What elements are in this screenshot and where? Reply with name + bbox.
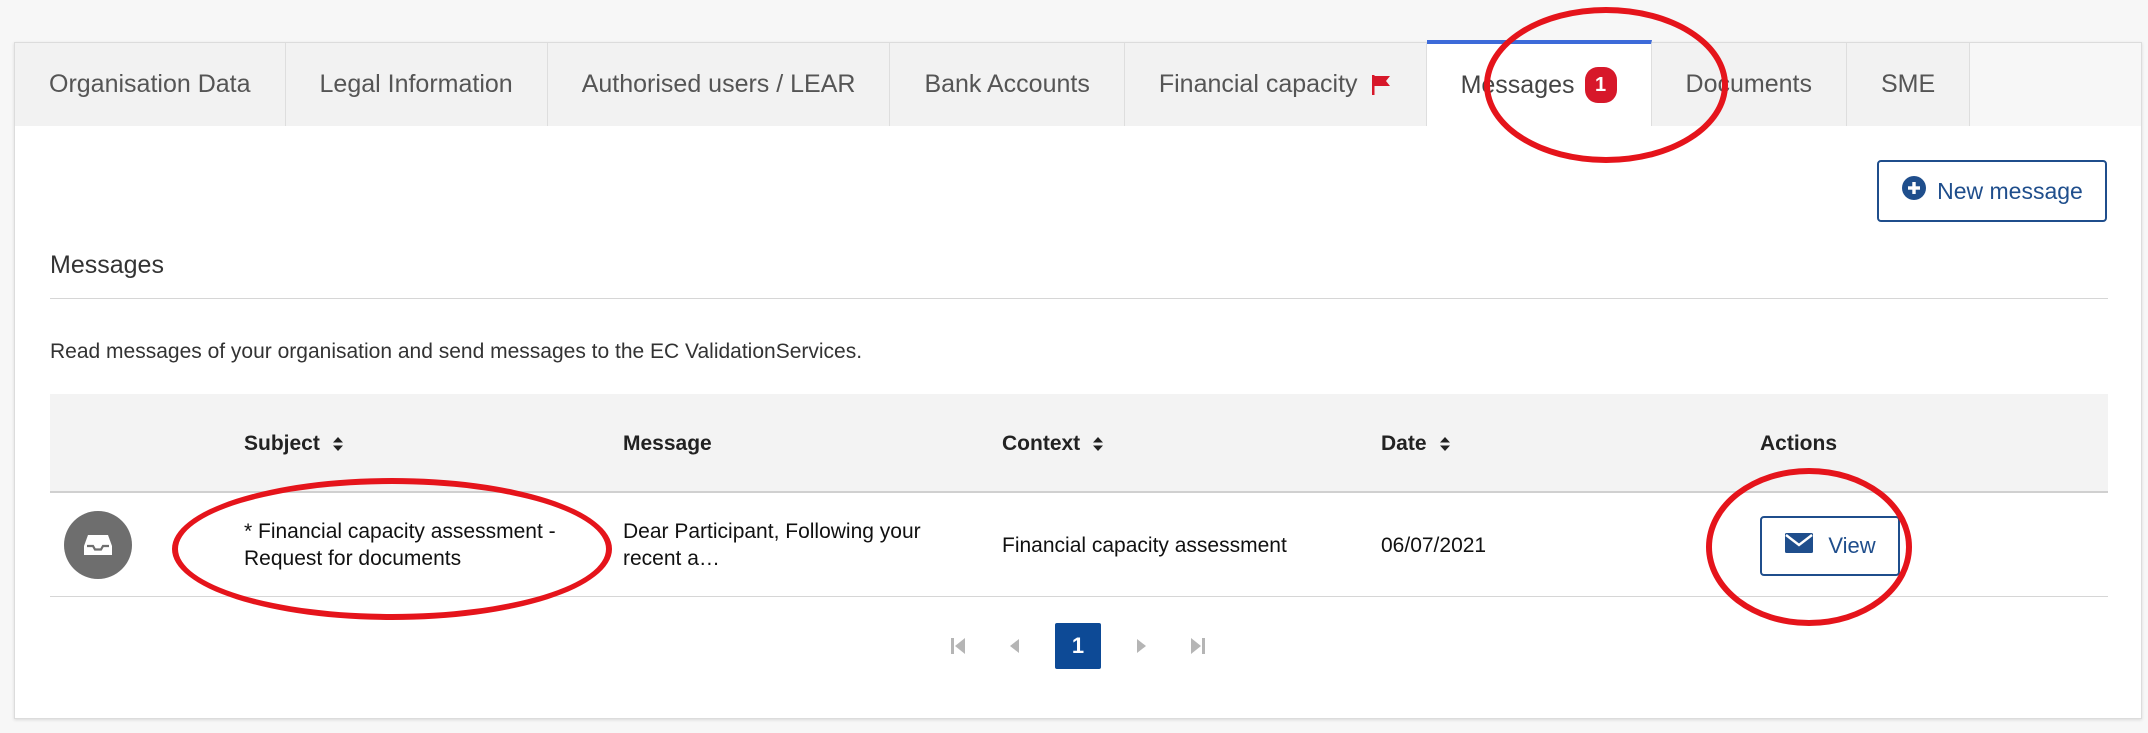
- section-divider: [50, 298, 2108, 299]
- unread-count-badge: 1: [1584, 67, 1617, 103]
- tab-sme[interactable]: SME: [1846, 43, 1971, 126]
- tab-label: Organisation Data: [49, 70, 251, 98]
- tab-label: Legal Information: [319, 70, 513, 98]
- new-message-label: New message: [1937, 177, 2083, 204]
- tab-label: Documents: [1685, 70, 1812, 98]
- column-label: Subject: [244, 431, 320, 455]
- red-flag-icon: [1370, 74, 1392, 96]
- table-header: Subject Message Context Date Actions: [50, 394, 2108, 493]
- tab-financial-capacity[interactable]: Financial capacity: [1124, 43, 1427, 126]
- tab-legal-information[interactable]: Legal Information: [285, 43, 548, 126]
- message-context: Financial capacity assessment: [1002, 533, 1287, 557]
- first-page-button[interactable]: [943, 624, 973, 668]
- column-header-message: Message: [623, 394, 712, 493]
- column-label: Actions: [1760, 431, 1838, 455]
- plus-circle-icon: [1901, 175, 1927, 207]
- sort-icon[interactable]: [1439, 436, 1451, 452]
- column-label: Date: [1381, 431, 1427, 455]
- new-message-button[interactable]: New message: [1877, 160, 2107, 222]
- last-page-button[interactable]: [1183, 624, 1213, 668]
- previous-page-button[interactable]: [999, 624, 1029, 668]
- tab-bar-filler: [1970, 43, 2141, 126]
- inbox-icon: [64, 511, 132, 579]
- tab-messages[interactable]: Messages 1: [1426, 40, 1652, 126]
- tab-authorised-users[interactable]: Authorised users / LEAR: [547, 43, 891, 126]
- column-label: Context: [1002, 431, 1081, 455]
- tab-label: Bank Accounts: [924, 70, 1090, 98]
- section-description: Read messages of your organisation and s…: [50, 340, 863, 363]
- message-preview: Dear Participant, Following your recent …: [623, 520, 921, 570]
- tab-organisation-data[interactable]: Organisation Data: [15, 43, 286, 126]
- tab-bar: Organisation Data Legal Information Auth…: [15, 40, 2141, 126]
- organisation-panel: Organisation Data Legal Information Auth…: [14, 40, 2142, 719]
- envelope-icon: [1784, 532, 1814, 560]
- message-date: 06/07/2021: [1381, 533, 1487, 557]
- view-button-label: View: [1828, 533, 1876, 558]
- pagination: 1: [15, 623, 2141, 669]
- tab-documents[interactable]: Documents: [1651, 43, 1847, 126]
- tab-label: SME: [1880, 70, 1936, 98]
- next-page-button[interactable]: [1127, 624, 1157, 668]
- sort-icon[interactable]: [1092, 436, 1104, 452]
- current-page-button[interactable]: 1: [1055, 623, 1101, 669]
- column-header-actions: Actions: [1760, 394, 1837, 493]
- tab-label: Messages: [1460, 70, 1575, 99]
- table-row[interactable]: * Financial capacity assessment - Reques…: [50, 493, 2108, 597]
- section-title: Messages: [50, 251, 164, 279]
- column-label: Message: [623, 431, 712, 455]
- view-message-button[interactable]: View: [1760, 516, 1900, 576]
- tab-bank-accounts[interactable]: Bank Accounts: [890, 43, 1125, 126]
- sort-icon[interactable]: [332, 436, 344, 452]
- column-header-date[interactable]: Date: [1381, 394, 1451, 493]
- tab-label: Authorised users / LEAR: [581, 70, 856, 98]
- column-header-context[interactable]: Context: [1002, 394, 1104, 493]
- message-subject[interactable]: * Financial capacity assessment - Reques…: [244, 493, 614, 597]
- tab-label: Financial capacity: [1158, 70, 1358, 98]
- column-header-subject[interactable]: Subject: [244, 394, 344, 493]
